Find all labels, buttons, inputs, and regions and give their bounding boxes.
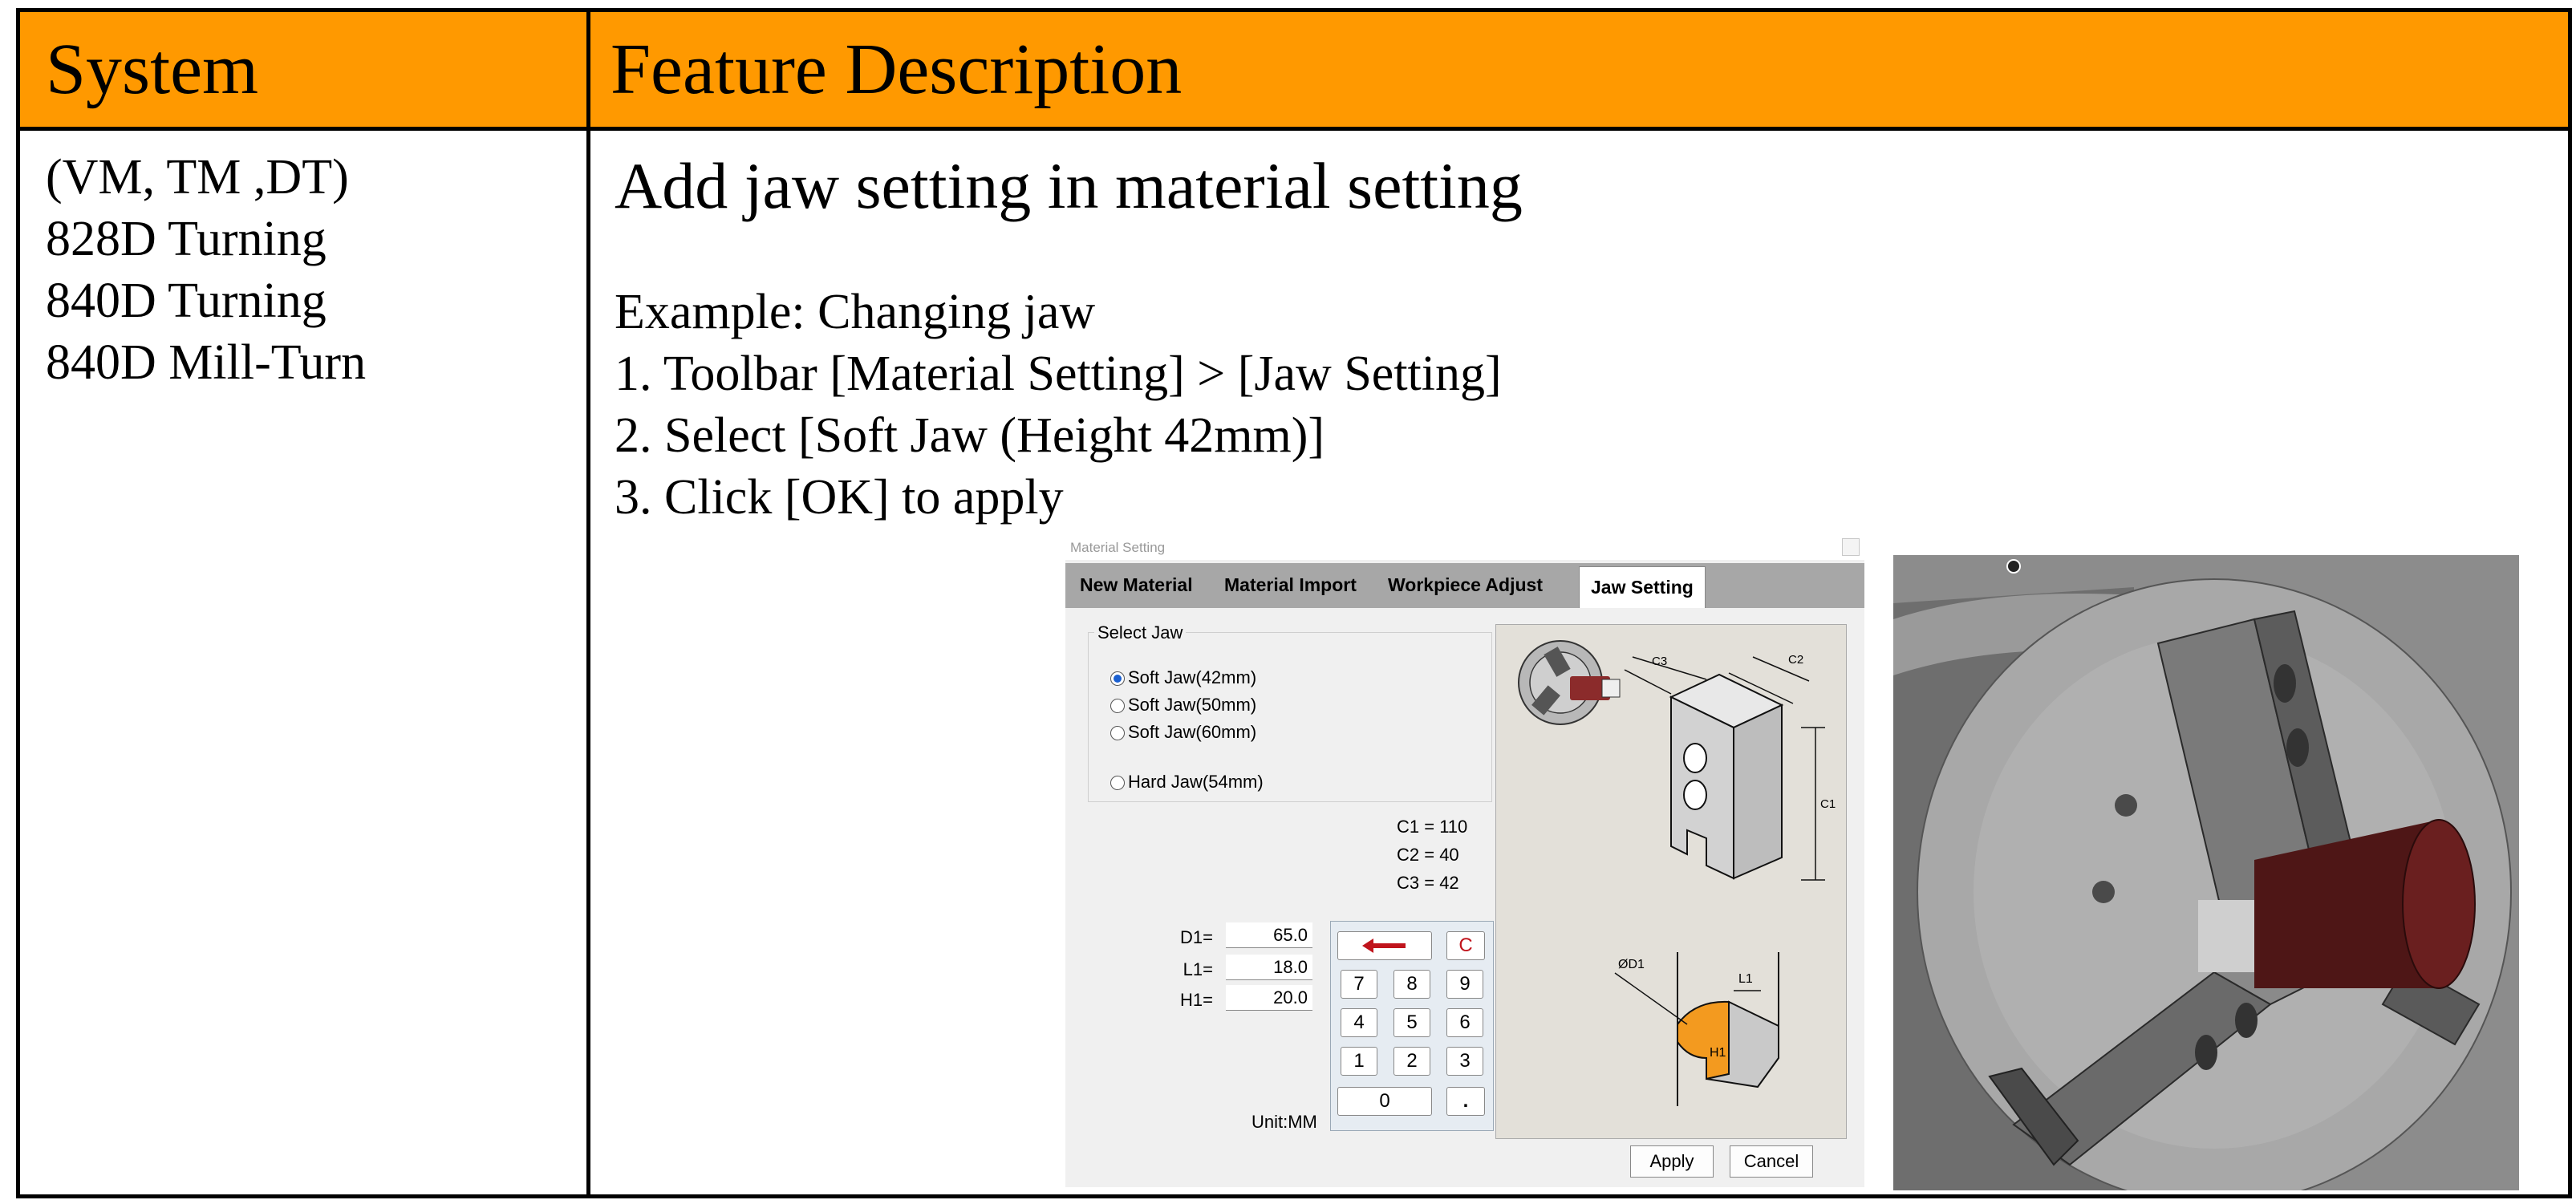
system-item: 828D Turning — [46, 212, 327, 266]
h1-label: H1= — [1180, 990, 1213, 1010]
c1-label: C1 — [1820, 797, 1836, 811]
d1-diagram-label: ØD1 — [1618, 958, 1645, 971]
clear-button[interactable]: C — [1446, 931, 1485, 960]
key-7[interactable]: 7 — [1341, 970, 1377, 999]
step-item: 2. Select [Soft Jaw (Height 42mm)] — [615, 408, 1325, 463]
tab-jaw-setting[interactable]: Jaw Setting — [1579, 566, 1706, 608]
h1-diagram-label: H1 — [1710, 1046, 1726, 1060]
table-header-row: System Feature Description — [20, 12, 2568, 131]
header-system: System — [46, 30, 259, 109]
system-item: 840D Turning — [46, 274, 327, 328]
header-feature-description: Feature Description — [611, 30, 1183, 109]
tab-workpiece-adjust[interactable]: Workpiece Adjust — [1388, 574, 1543, 596]
c3-value: C3 = 42 — [1397, 873, 1459, 893]
key-4[interactable]: 4 — [1341, 1008, 1377, 1037]
radio-icon — [1110, 699, 1125, 713]
close-icon[interactable] — [1842, 538, 1860, 556]
radio-soft-jaw-42[interactable]: Soft Jaw(42mm) — [1110, 667, 1256, 688]
jaw-diagram-drawing: C3 C2 C1 ØD1 L1 H1 — [1518, 640, 1836, 1106]
key-0[interactable]: 0 — [1337, 1087, 1432, 1116]
step-item: 3. Click [OK] to apply — [615, 470, 1064, 525]
key-2[interactable]: 2 — [1393, 1047, 1430, 1076]
key-8[interactable]: 8 — [1393, 970, 1430, 999]
apply-button[interactable]: Apply — [1630, 1145, 1714, 1178]
arrow-left-icon — [1362, 939, 1406, 953]
radio-soft-jaw-60[interactable]: Soft Jaw(60mm) — [1110, 722, 1256, 743]
key-1[interactable]: 1 — [1341, 1047, 1377, 1076]
example-label: Example: Changing jaw — [615, 285, 1096, 339]
material-setting-dialog: Material Setting New Material Material I… — [1065, 536, 1864, 1187]
radio-label: Hard Jaw(54mm) — [1128, 772, 1264, 792]
feature-title: Add jaw setting in material setting — [615, 149, 1523, 222]
key-dot[interactable]: . — [1446, 1087, 1485, 1116]
chuck-render-image — [1893, 555, 2519, 1190]
key-5[interactable]: 5 — [1393, 1008, 1430, 1037]
key-6[interactable]: 6 — [1446, 1008, 1483, 1037]
l1-diagram-label: L1 — [1738, 972, 1753, 986]
radio-icon — [1110, 726, 1125, 740]
d1-label: D1= — [1180, 927, 1213, 947]
jaw-diagram: C3 C2 C1 ØD1 L1 H1 — [1495, 624, 1847, 1139]
backspace-button[interactable] — [1337, 931, 1432, 960]
c3-label: C3 — [1652, 655, 1667, 668]
radio-label: Soft Jaw(42mm) — [1128, 667, 1257, 687]
system-item: (VM, TM ,DT) — [46, 150, 349, 205]
l1-field[interactable]: 18.0 — [1226, 955, 1312, 980]
c2-value: C2 = 40 — [1397, 845, 1459, 865]
dialog-title: Material Setting — [1070, 540, 1166, 555]
tab-material-import[interactable]: Material Import — [1224, 574, 1357, 596]
radio-icon — [1110, 776, 1125, 790]
cancel-button[interactable]: Cancel — [1730, 1145, 1813, 1178]
key-3[interactable]: 3 — [1446, 1047, 1483, 1076]
radio-selected-icon — [1110, 671, 1125, 686]
system-list: (VM, TM ,DT) 828D Turning 840D Turning 8… — [46, 147, 366, 394]
column-divider — [586, 12, 590, 1194]
dialog-titlebar: Material Setting — [1065, 536, 1864, 560]
system-item: 840D Mill-Turn — [46, 335, 367, 390]
key-9[interactable]: 9 — [1446, 970, 1483, 999]
radio-hard-jaw-54[interactable]: Hard Jaw(54mm) — [1110, 772, 1264, 793]
example-steps: Example: Changing jaw 1. Toolbar [Materi… — [615, 282, 1502, 529]
radio-label: Soft Jaw(50mm) — [1128, 695, 1257, 715]
radio-label: Soft Jaw(60mm) — [1128, 722, 1257, 742]
numeric-keypad: C 7 8 9 4 5 6 1 2 3 0 . — [1330, 921, 1494, 1131]
radio-soft-jaw-50[interactable]: Soft Jaw(50mm) — [1110, 695, 1256, 716]
d1-field[interactable]: 65.0 — [1226, 922, 1312, 948]
chuck-3d-render — [1893, 555, 2519, 1190]
l1-label: L1= — [1183, 959, 1213, 979]
select-jaw-title: Select Jaw — [1094, 622, 1187, 643]
c1-value: C1 = 110 — [1397, 817, 1468, 837]
c2-label: C2 — [1788, 653, 1803, 667]
h1-field[interactable]: 20.0 — [1226, 985, 1312, 1011]
tab-bar: New Material Material Import Workpiece A… — [1065, 563, 1864, 608]
step-item: 1. Toolbar [Material Setting] > [Jaw Set… — [615, 347, 1502, 401]
tab-new-material[interactable]: New Material — [1080, 574, 1193, 596]
unit-label: Unit:MM — [1251, 1112, 1317, 1132]
